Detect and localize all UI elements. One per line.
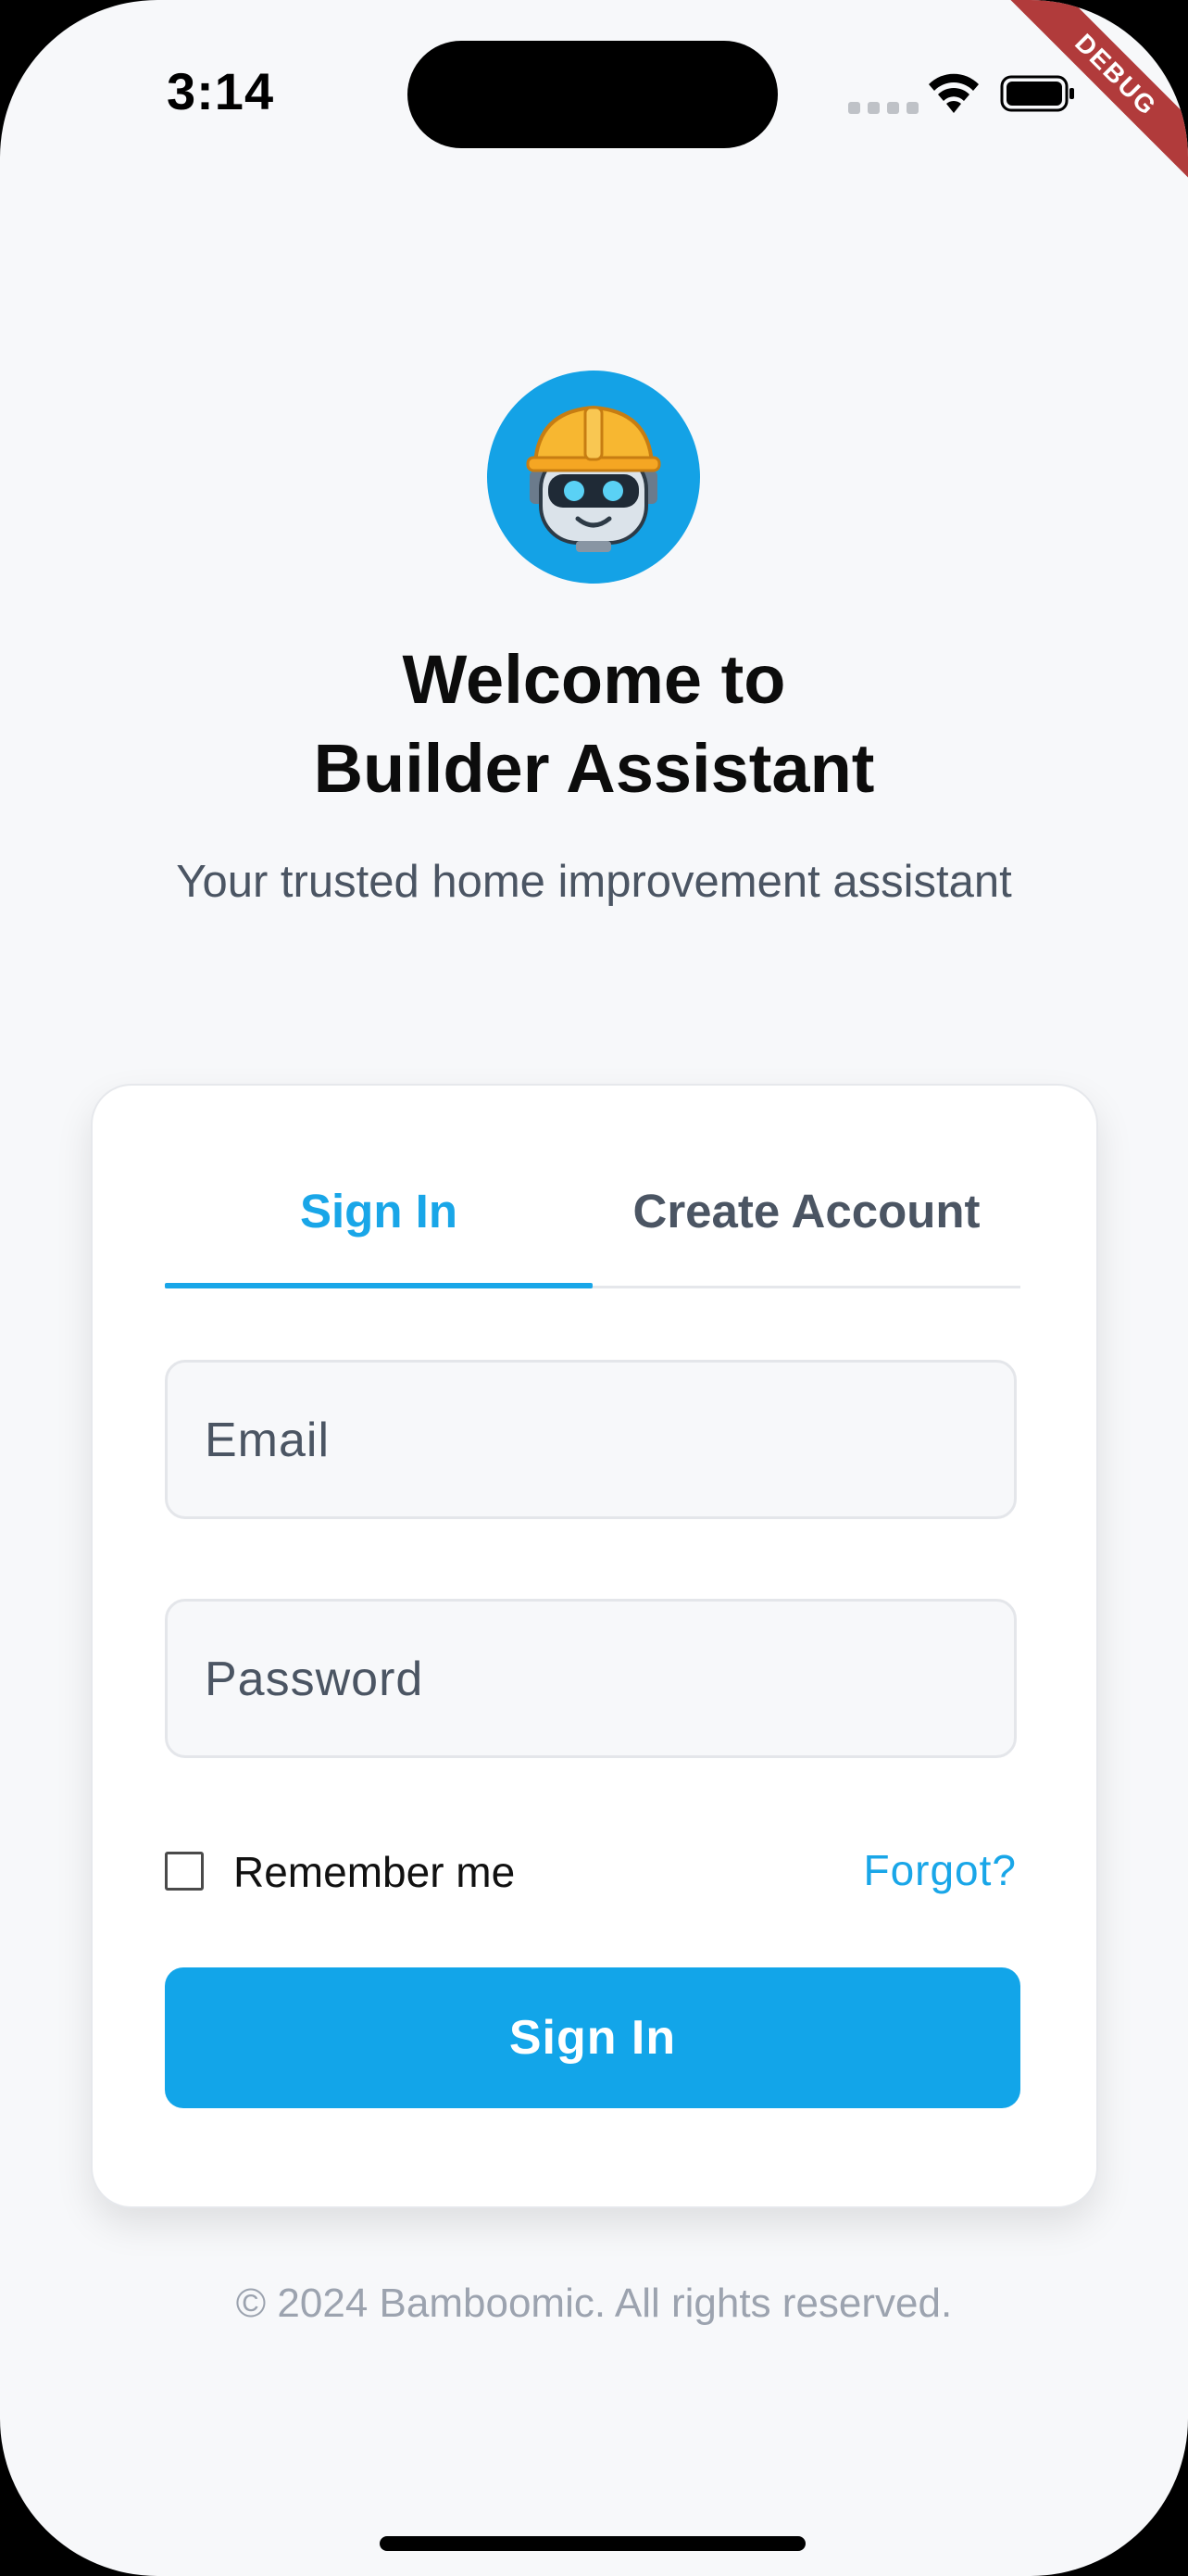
tab-create-account[interactable]: Create Account bbox=[593, 1184, 1020, 1238]
password-field[interactable] bbox=[203, 1602, 984, 1757]
email-field[interactable] bbox=[203, 1363, 984, 1518]
page-subtitle: Your trusted home improvement assistant bbox=[176, 857, 1012, 907]
remember-me-checkbox[interactable] bbox=[165, 1852, 204, 1891]
title-line-1: Welcome to bbox=[402, 641, 786, 718]
cellular-signal-icon bbox=[848, 102, 919, 114]
robot-construction-helmet-icon bbox=[526, 405, 661, 552]
tab-sign-in[interactable]: Sign In bbox=[165, 1184, 593, 1238]
home-indicator[interactable] bbox=[380, 2536, 806, 2551]
wifi-icon bbox=[929, 73, 979, 113]
active-tab-indicator bbox=[165, 1283, 593, 1288]
email-field-container bbox=[165, 1360, 1017, 1519]
battery-icon bbox=[1000, 75, 1074, 112]
remember-row: Remember me Forgot? bbox=[165, 1843, 1020, 1899]
copyright-footer: © 2024 Bamboomic. All rights reserved. bbox=[235, 2281, 953, 2326]
auth-tabs: Sign In Create Account bbox=[165, 1086, 1020, 1288]
auth-card: Sign In Create Account Remember me Forgo… bbox=[91, 1084, 1098, 2208]
status-time: 3:14 bbox=[167, 62, 275, 120]
phone-screen: 3:14 DEBUG Welcome to Builder Assistant … bbox=[0, 0, 1188, 2576]
app-logo bbox=[487, 371, 700, 584]
dynamic-island bbox=[407, 41, 778, 148]
password-field-container bbox=[165, 1599, 1017, 1758]
page-title: Welcome to Builder Assistant bbox=[0, 635, 1188, 813]
title-line-2: Builder Assistant bbox=[313, 730, 875, 807]
forgot-password-link[interactable]: Forgot? bbox=[863, 1845, 1017, 1895]
remember-me-label[interactable]: Remember me bbox=[233, 1847, 515, 1897]
sign-in-button[interactable]: Sign In bbox=[165, 1967, 1020, 2108]
